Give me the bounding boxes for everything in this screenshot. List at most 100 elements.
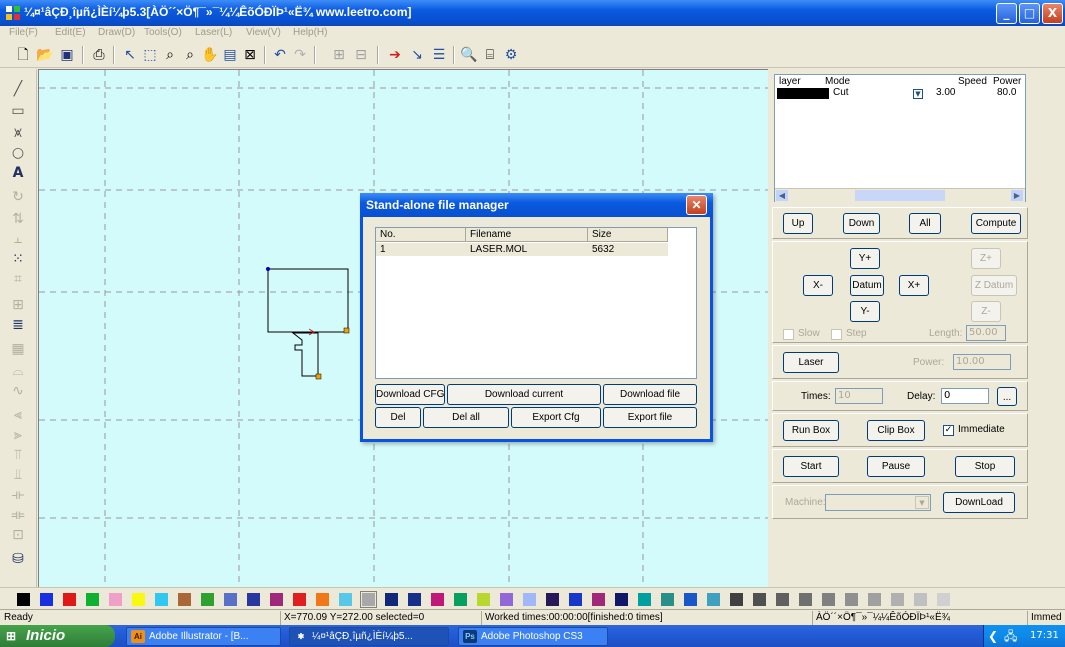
distribute-v-icon[interactable]: ⟚	[8, 505, 28, 525]
simulate-icon[interactable]: ⌸	[481, 46, 499, 64]
select-icon[interactable]: ↖	[121, 46, 139, 64]
color-swatch[interactable]	[40, 593, 53, 606]
color-swatch[interactable]	[891, 593, 904, 606]
start-button-taskbar[interactable]: ⊞ Inicio	[0, 625, 115, 647]
menu-view[interactable]: View(V)	[246, 27, 281, 38]
maximize-button[interactable]: □	[1019, 3, 1040, 24]
file-row[interactable]: 1 LASER.MOL 5632	[376, 243, 668, 256]
color-swatch[interactable]	[360, 591, 377, 608]
y-minus-button[interactable]: Y-	[850, 301, 880, 322]
color-swatch[interactable]	[937, 593, 950, 606]
color-swatch[interactable]	[661, 593, 674, 606]
z-datum-button[interactable]: Z Datum	[971, 275, 1017, 296]
color-swatch[interactable]	[339, 593, 352, 606]
file-list[interactable]: No. Filename Size 1 LASER.MOL 5632	[375, 227, 697, 379]
color-swatch[interactable]	[17, 593, 30, 606]
menu-edit[interactable]: Edit(E)	[55, 27, 86, 38]
open-icon[interactable]: 📂	[36, 46, 54, 64]
weld-tool-icon[interactable]: ⌗	[8, 269, 28, 289]
z-minus-button[interactable]: Z-	[971, 301, 1001, 322]
mirror-tool-icon[interactable]: ⇅	[8, 209, 28, 229]
ellipse-tool-icon[interactable]: ○	[8, 143, 28, 163]
color-swatch[interactable]	[270, 593, 283, 606]
preview-icon[interactable]: 🔍	[460, 46, 478, 64]
smooth-tool-icon[interactable]: ⌓	[8, 361, 28, 381]
color-swatch[interactable]	[753, 593, 766, 606]
color-swatch[interactable]	[615, 593, 628, 606]
menu-laser[interactable]: Laser(L)	[195, 27, 232, 38]
save-icon[interactable]: ▣	[58, 46, 76, 64]
color-swatch[interactable]	[776, 593, 789, 606]
color-swatch[interactable]	[86, 593, 99, 606]
color-swatch[interactable]	[868, 593, 881, 606]
immediate-checkbox[interactable]: ✓	[943, 425, 954, 436]
node-handle[interactable]	[315, 373, 322, 380]
step-checkbox[interactable]	[831, 329, 842, 340]
color-swatch[interactable]	[247, 593, 260, 606]
line-tool-icon[interactable]: ╱	[8, 79, 28, 99]
download-cfg-button[interactable]: Download CFG	[375, 384, 445, 405]
color-swatch[interactable]	[546, 593, 559, 606]
layer-list[interactable]: layer Mode Speed Power Cut ▼ 3.00 80.0 ◀…	[774, 74, 1026, 202]
node-handle[interactable]	[343, 327, 350, 334]
run-box-button[interactable]: Run Box	[783, 420, 839, 441]
export-file-button[interactable]: Export file	[603, 407, 697, 428]
distribute-h-icon[interactable]: ⟛	[8, 485, 28, 505]
task-photoshop[interactable]: Ps Adobe Photoshop CS3	[458, 627, 608, 646]
color-swatch[interactable]	[730, 593, 743, 606]
lead-line-icon[interactable]: ↘	[408, 46, 426, 64]
align-top-icon[interactable]: ⫪	[8, 445, 28, 465]
polyline-tool-icon[interactable]: ⩙	[8, 123, 28, 143]
task-laser-software[interactable]: ✱ ¼¤¹âÇÐ¸îµñ¿ÌÈí¼þ5...	[289, 627, 449, 646]
pan-icon[interactable]: ✋	[201, 46, 219, 64]
col-size[interactable]: Size	[588, 228, 668, 242]
align-bottom-icon[interactable]: ⫫	[8, 465, 28, 485]
zoom-page-icon[interactable]: ▤	[221, 46, 239, 64]
fill-tool-icon[interactable]: ▦	[8, 339, 28, 359]
layer-list-scrollbar[interactable]: ◀ ▶	[775, 188, 1025, 202]
color-swatch[interactable]	[638, 593, 651, 606]
network-icon[interactable]: 🖧	[1004, 625, 1017, 647]
dialog-title-bar[interactable]: Stand-alone file manager ✕	[360, 193, 713, 217]
color-swatch[interactable]	[109, 593, 122, 606]
times-input[interactable]: 10	[835, 388, 883, 404]
window-title-bar[interactable]: ¼¤¹âÇÐ¸îµñ¿ÌÈí¼þ5.3[ÀÖ´´×Ö¶¯»¯¼¼ÊõÓÐÏÞ¹«…	[0, 0, 1065, 26]
color-swatch[interactable]	[316, 593, 329, 606]
clock[interactable]: 17:31	[1030, 625, 1059, 647]
col-no[interactable]: No.	[376, 228, 466, 242]
slow-checkbox[interactable]	[783, 329, 794, 340]
color-swatch[interactable]	[132, 593, 145, 606]
menu-file[interactable]: File(F)	[9, 27, 38, 38]
color-swatch[interactable]	[914, 593, 927, 606]
ungroup-icon[interactable]: ⊟	[352, 46, 370, 64]
node-edit-icon[interactable]: ⬚	[141, 46, 159, 64]
color-swatch[interactable]	[385, 593, 398, 606]
color-swatch[interactable]	[500, 593, 513, 606]
color-swatch[interactable]	[822, 593, 835, 606]
start-button[interactable]: Start	[783, 456, 839, 477]
color-swatch[interactable]	[684, 593, 697, 606]
color-swatch[interactable]	[178, 593, 191, 606]
machine-dropdown-icon[interactable]: ▼	[915, 496, 929, 509]
zoom-fit-icon[interactable]: ⊠	[241, 46, 259, 64]
color-swatch[interactable]	[454, 593, 467, 606]
color-swatch[interactable]	[592, 593, 605, 606]
pause-button[interactable]: Pause	[867, 456, 925, 477]
cut-path-icon[interactable]: ➔	[386, 46, 404, 64]
task-illustrator[interactable]: Ai Adobe Illustrator - [B...	[126, 627, 281, 646]
download-file-button[interactable]: Download file	[603, 384, 697, 405]
download-button[interactable]: DownLoad	[943, 492, 1015, 513]
power-input[interactable]: 10.00	[953, 354, 1011, 370]
dialog-close-icon[interactable]: ✕	[686, 195, 707, 215]
color-swatch[interactable]	[707, 593, 720, 606]
delay-more-button[interactable]: ...	[997, 387, 1017, 406]
color-swatch[interactable]	[63, 593, 76, 606]
undo-icon[interactable]: ↶	[271, 46, 289, 64]
color-swatch[interactable]	[569, 593, 582, 606]
node-tool-icon[interactable]: ⁙	[8, 249, 28, 269]
scroll-left-icon[interactable]: ◀	[776, 190, 788, 201]
menu-tools[interactable]: Tools(O)	[144, 27, 182, 38]
curve-tool-icon[interactable]: ∿	[8, 381, 28, 401]
export-cfg-button[interactable]: Export Cfg	[511, 407, 601, 428]
close-button[interactable]: X	[1042, 3, 1063, 24]
